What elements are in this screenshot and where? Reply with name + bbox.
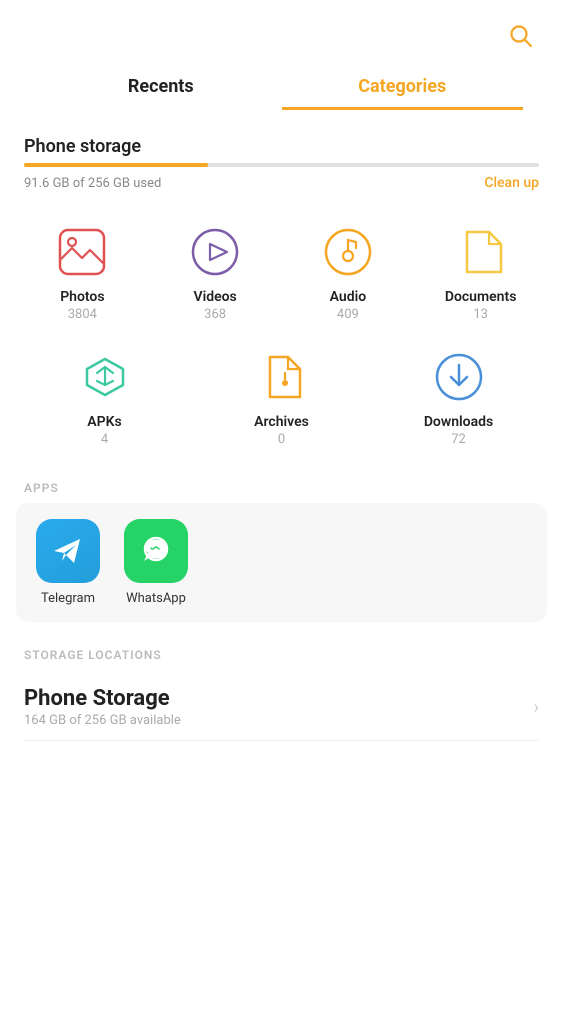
category-item-audio[interactable]: Audio 409 bbox=[282, 215, 415, 330]
header bbox=[0, 0, 563, 64]
audio-icon bbox=[319, 223, 377, 281]
storage-location-item-phone[interactable]: Phone Storage 164 GB of 256 GB available… bbox=[24, 680, 539, 741]
app-name-whatsapp: WhatsApp bbox=[126, 591, 186, 606]
tab-recents[interactable]: Recents bbox=[40, 64, 282, 110]
chevron-right-icon: › bbox=[534, 697, 539, 718]
category-count-archives: 0 bbox=[278, 432, 285, 447]
category-count-videos: 368 bbox=[204, 307, 226, 322]
category-count-apks: 4 bbox=[101, 432, 108, 447]
tab-bar: Recents Categories bbox=[0, 64, 563, 110]
category-item-archives[interactable]: Archives 0 bbox=[193, 340, 370, 455]
category-count-downloads: 72 bbox=[451, 432, 466, 447]
apks-icon bbox=[76, 348, 134, 406]
category-item-downloads[interactable]: Downloads 72 bbox=[370, 340, 547, 455]
downloads-icon bbox=[430, 348, 488, 406]
photos-icon bbox=[53, 223, 111, 281]
tab-categories[interactable]: Categories bbox=[282, 64, 524, 110]
categories-grid-row2: APKs 4 Archives 0 Downloads 72 bbox=[0, 340, 563, 471]
search-button[interactable] bbox=[503, 18, 539, 54]
category-item-videos[interactable]: Videos 368 bbox=[149, 215, 282, 330]
category-name-audio: Audio bbox=[330, 289, 367, 305]
category-count-documents: 13 bbox=[473, 307, 488, 322]
storage-bar bbox=[24, 163, 539, 167]
storage-used-text: 91.6 GB of 256 GB used bbox=[24, 176, 161, 191]
cleanup-button[interactable]: Clean up bbox=[484, 175, 539, 191]
storage-location-subtitle: 164 GB of 256 GB available bbox=[24, 713, 181, 728]
storage-locations-section: Phone Storage 164 GB of 256 GB available… bbox=[0, 670, 563, 741]
category-name-downloads: Downloads bbox=[424, 414, 493, 430]
categories-grid-row1: Photos 3804 Videos 368 Audio 409 bbox=[0, 195, 563, 340]
category-item-apks[interactable]: APKs 4 bbox=[16, 340, 193, 455]
category-name-documents: Documents bbox=[445, 289, 517, 305]
storage-location-title: Phone Storage bbox=[24, 686, 181, 711]
storage-location-info: Phone Storage 164 GB of 256 GB available bbox=[24, 686, 181, 728]
apps-container: Telegram WhatsApp bbox=[16, 503, 547, 622]
search-icon bbox=[508, 23, 534, 49]
category-item-documents[interactable]: Documents 13 bbox=[414, 215, 547, 330]
videos-icon bbox=[186, 223, 244, 281]
telegram-icon bbox=[36, 519, 100, 583]
documents-icon bbox=[452, 223, 510, 281]
category-name-archives: Archives bbox=[254, 414, 309, 430]
category-item-photos[interactable]: Photos 3804 bbox=[16, 215, 149, 330]
category-name-apks: APKs bbox=[87, 414, 121, 430]
apps-section-label: APPS bbox=[0, 471, 563, 503]
storage-title: Phone storage bbox=[24, 136, 539, 157]
phone-storage-section: Phone storage 91.6 GB of 256 GB used Cle… bbox=[0, 120, 563, 191]
app-item-telegram[interactable]: Telegram bbox=[36, 519, 100, 606]
app-item-whatsapp[interactable]: WhatsApp bbox=[124, 519, 188, 606]
category-count-audio: 409 bbox=[337, 307, 359, 322]
category-count-photos: 3804 bbox=[68, 307, 97, 322]
storage-info-row: 91.6 GB of 256 GB used Clean up bbox=[24, 175, 539, 191]
archives-icon bbox=[253, 348, 311, 406]
storage-locations-label: STORAGE LOCATIONS bbox=[0, 638, 563, 670]
storage-bar-fill bbox=[24, 163, 208, 167]
app-name-telegram: Telegram bbox=[41, 591, 95, 606]
category-name-videos: Videos bbox=[193, 289, 236, 305]
whatsapp-icon bbox=[124, 519, 188, 583]
category-name-photos: Photos bbox=[60, 289, 104, 305]
